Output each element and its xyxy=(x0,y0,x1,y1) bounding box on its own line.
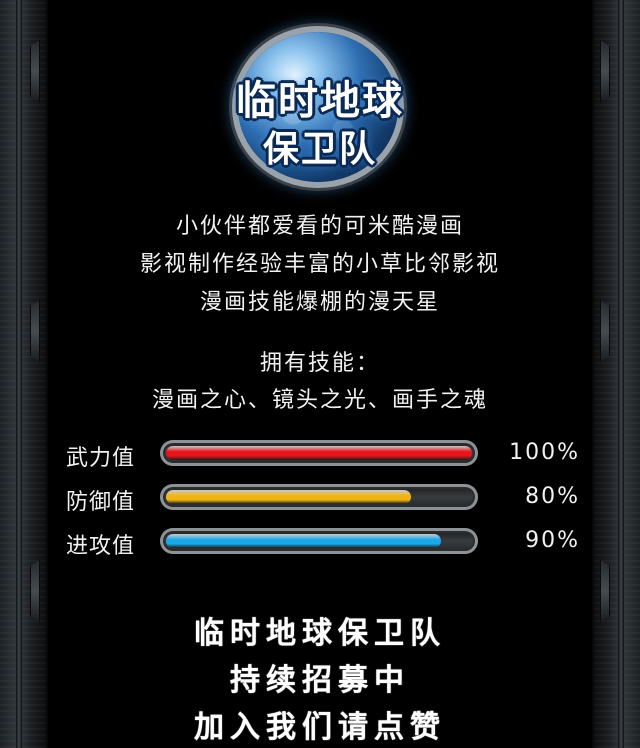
stat-bar xyxy=(160,440,478,466)
logo-title-line2: 保卫队 xyxy=(262,129,377,170)
logo-title-line1: 临时地球 xyxy=(236,78,404,124)
skills-heading: 拥有技能： xyxy=(259,351,380,376)
stat-value: 80% xyxy=(525,484,580,509)
stat-bar-fill xyxy=(166,534,441,548)
stat-bar xyxy=(160,528,478,554)
left-bolt xyxy=(30,40,40,102)
stat-bar-fill xyxy=(166,490,411,504)
description-line: 影视制作经验丰富的小草比邻影视 xyxy=(139,252,500,277)
stat-row-attack-power: 武力值 100% xyxy=(66,438,586,474)
stat-row-offense: 进攻值 90% xyxy=(66,526,586,562)
stat-bar xyxy=(160,484,478,510)
team-logo: 临时地球 保卫队 xyxy=(200,32,440,182)
stat-row-defense: 防御值 80% xyxy=(66,482,586,518)
slogan-line: 持续招募中 xyxy=(230,663,410,698)
slogan-line: 加入我们请点赞 xyxy=(194,710,446,745)
stat-value: 90% xyxy=(525,528,580,553)
stat-label: 武力值 xyxy=(66,446,136,471)
right-bolt xyxy=(600,40,610,102)
description-line: 漫画技能爆棚的漫天星 xyxy=(199,290,440,315)
stat-value: 100% xyxy=(509,440,580,465)
slogan-line: 临时地球保卫队 xyxy=(194,616,446,651)
stat-label: 进攻值 xyxy=(66,534,136,559)
description-line: 小伙伴都爱看的可米酷漫画 xyxy=(175,214,464,239)
stat-bar-fill xyxy=(166,446,472,460)
skills-list: 漫画之心、镜头之光、画手之魂 xyxy=(151,388,488,413)
stat-label: 防御值 xyxy=(66,490,136,515)
